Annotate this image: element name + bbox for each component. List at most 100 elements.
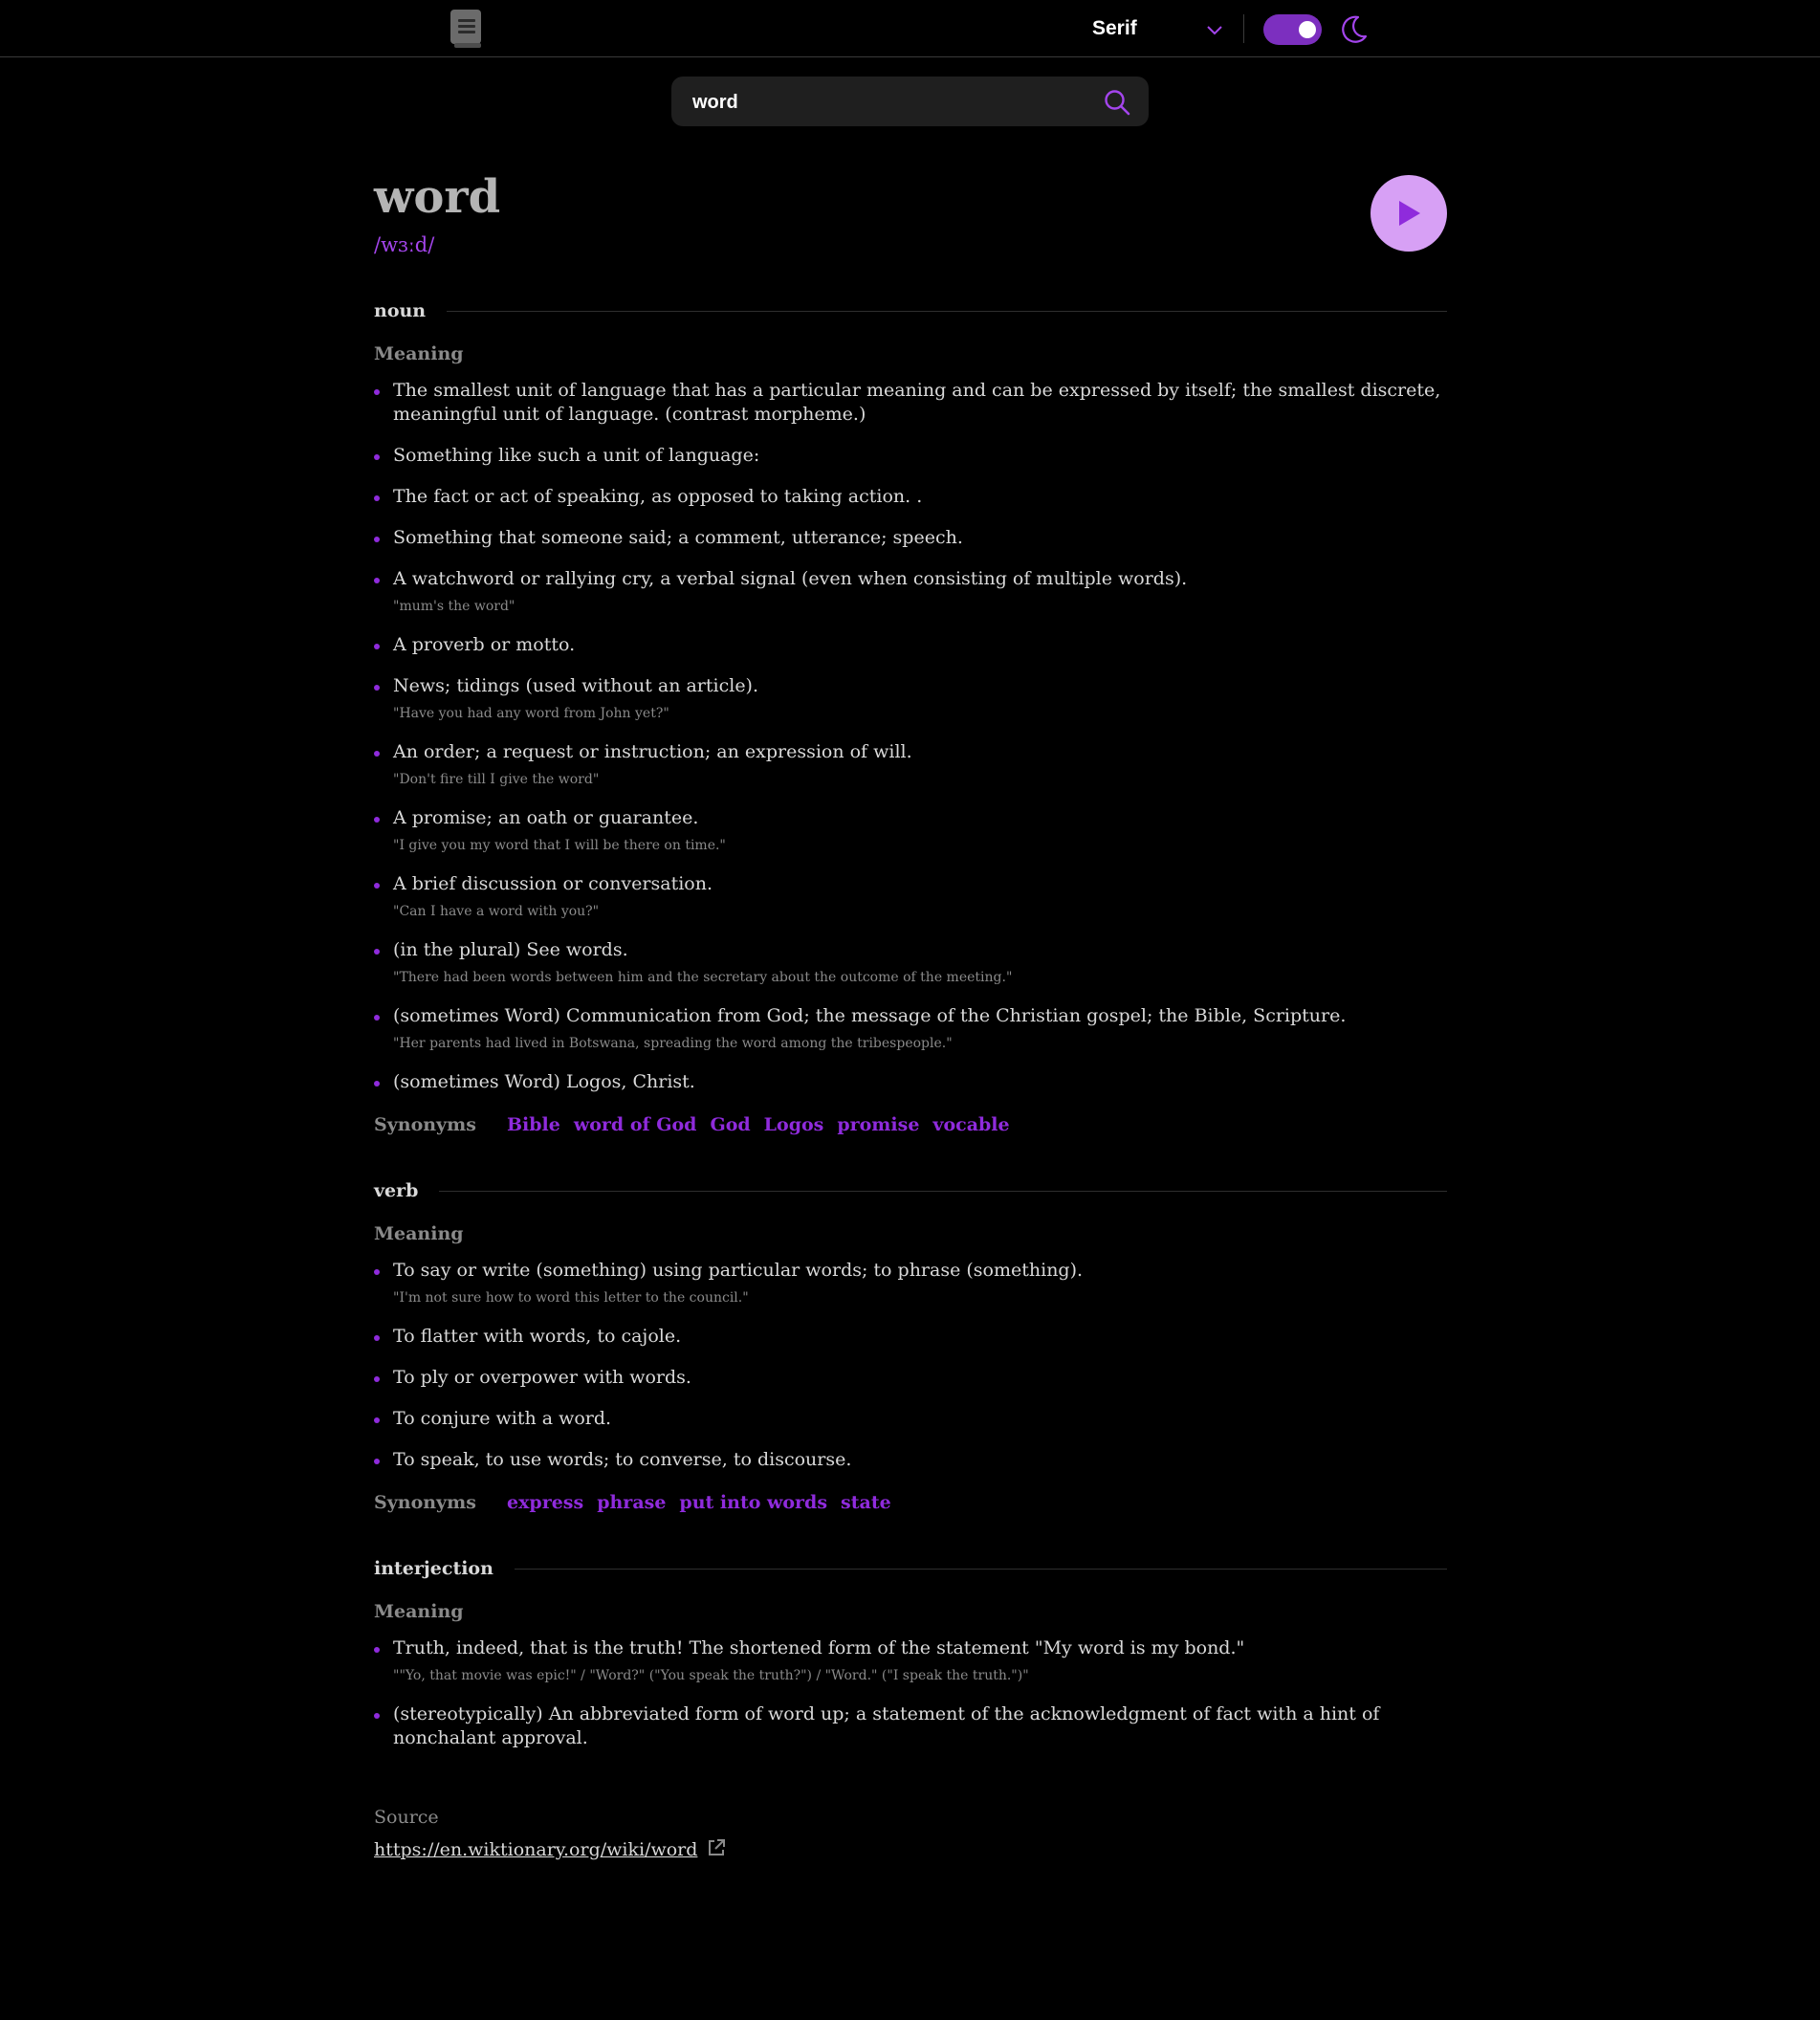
bullet-icon (374, 1269, 380, 1275)
bullet-icon (374, 751, 380, 757)
book-icon[interactable] (449, 9, 485, 49)
part-of-speech-row: interjection (374, 1554, 1447, 1583)
definition-item: To ply or overpower with words. (374, 1366, 1447, 1390)
part-of-speech-row: verb (374, 1176, 1447, 1205)
synonym-link[interactable]: put into words (679, 1489, 827, 1516)
bullet-icon (374, 1015, 380, 1021)
font-select-value: Serif (1092, 17, 1137, 39)
definition-example: "Can I have a word with you?" (393, 904, 600, 919)
bullet-icon (374, 537, 380, 542)
search-box (671, 77, 1149, 126)
bullet-icon (374, 949, 380, 955)
synonyms-row: Synonyms express phrase put into words state (374, 1489, 1447, 1516)
synonym-link[interactable]: Bible (507, 1111, 560, 1138)
search-icon[interactable] (1103, 88, 1131, 117)
definition-item: Something like such a unit of language: (374, 444, 1447, 468)
synonyms-label: Synonyms (374, 1114, 476, 1135)
definition-text: A proverb or motto. (393, 634, 576, 655)
definition-example: "There had been words between him and th… (393, 970, 1013, 985)
bullet-icon (374, 389, 380, 395)
definition-text: To flatter with words, to cajole. (393, 1326, 682, 1347)
definition-example: "Don't fire till I give the word" (393, 772, 600, 787)
part-of-speech: interjection (374, 1558, 493, 1579)
definition-item: To conjure with a word. (374, 1407, 1447, 1431)
definition-text: To say or write (something) using partic… (393, 1260, 1084, 1281)
synonyms-label: Synonyms (374, 1492, 476, 1513)
chevron-down-icon[interactable] (1204, 19, 1225, 40)
font-select[interactable]: Serif (1092, 13, 1226, 44)
bullet-icon (374, 454, 380, 460)
definition-item: An order; a request or instruction; an e… (374, 740, 1447, 789)
synonym-link[interactable]: promise (837, 1111, 919, 1138)
definition-text: (sometimes Word) Logos, Christ. (393, 1071, 695, 1092)
definition-text: An order; a request or instruction; an e… (393, 741, 912, 762)
bullet-icon (374, 1417, 380, 1423)
definition-list: The smallest unit of language that has a… (374, 379, 1447, 1094)
definition-item: To say or write (something) using partic… (374, 1259, 1447, 1307)
play-button[interactable] (1370, 175, 1447, 252)
section-divider (447, 310, 1447, 312)
bullet-icon (374, 883, 380, 889)
definition-text: The fact or act of speaking, as opposed … (393, 486, 923, 507)
synonyms-row: Synonyms Bible word of God God Logos promise v… (374, 1111, 1447, 1138)
bullet-icon (374, 1335, 380, 1341)
phonetic: /wɜːd/ (374, 233, 435, 256)
definition-item: (in the plural) See words. "There had bee… (374, 938, 1447, 987)
bullet-icon (374, 1713, 380, 1719)
definition-item: The smallest unit of language that has a… (374, 379, 1447, 427)
source-section: Source https://en.wiktionary.org/wiki/wo… (374, 1804, 1447, 1863)
definition-item: The fact or act of speaking, as opposed … (374, 485, 1447, 509)
external-link-icon[interactable] (707, 1838, 726, 1861)
bullet-icon (374, 1459, 380, 1464)
definition-text: A watchword or rallying cry, a verbal si… (393, 568, 1188, 589)
synonym-link[interactable]: state (841, 1489, 891, 1516)
definition-item: Something that someone said; a comment, … (374, 526, 1447, 550)
header-divider (1243, 14, 1244, 43)
headword: word (374, 170, 501, 224)
synonym-link[interactable]: express (507, 1489, 583, 1516)
synonym-link[interactable]: phrase (597, 1489, 666, 1516)
synonym-link[interactable]: God (710, 1111, 750, 1138)
meaning-section-verb: verb Meaning To say or write (something) u… (374, 1176, 1447, 1516)
meaning-label: Meaning (374, 1601, 464, 1622)
definition-item: A proverb or motto. (374, 633, 1447, 657)
definition-item: To flatter with words, to cajole. (374, 1325, 1447, 1349)
moon-icon[interactable] (1340, 13, 1369, 44)
definition-text: A promise; an oath or guarantee. (393, 807, 699, 828)
definition-item: Truth, indeed, that is the truth! The sh… (374, 1636, 1447, 1685)
definition-text: (sometimes Word) Communication from God;… (393, 1005, 1347, 1026)
synonym-link[interactable]: vocable (932, 1111, 1009, 1138)
synonym-link[interactable]: word of God (574, 1111, 697, 1138)
toggle-knob (1299, 21, 1316, 38)
meaning-label: Meaning (374, 343, 464, 364)
bullet-icon (374, 578, 380, 583)
definition-text: (in the plural) See words. (393, 939, 628, 960)
bullet-icon (374, 495, 380, 501)
meaning-section-interjection: interjection Meaning Truth, indeed, that i… (374, 1554, 1447, 1750)
definition-example: ""Yo, that movie was epic!" / "Word?" ("… (393, 1668, 1029, 1683)
definition-text: Something that someone said; a comment, … (393, 527, 963, 548)
bullet-icon (374, 1376, 380, 1382)
source-link-row: https://en.wiktionary.org/wiki/word (374, 1836, 1447, 1863)
definition-text: (stereotypically) An abbreviated form of… (393, 1703, 1380, 1748)
definition-example: "Her parents had lived in Botswana, spre… (393, 1036, 953, 1051)
source-link[interactable]: https://en.wiktionary.org/wiki/word (374, 1836, 697, 1863)
definition-item: (stereotypically) An abbreviated form of… (374, 1702, 1447, 1750)
bullet-icon (374, 685, 380, 691)
definition-item: A watchword or rallying cry, a verbal si… (374, 567, 1447, 616)
search-input[interactable] (691, 86, 1086, 119)
definition-list: To say or write (something) using partic… (374, 1259, 1447, 1472)
source-label: Source (374, 1807, 439, 1828)
theme-toggle[interactable] (1263, 14, 1322, 45)
section-divider (439, 1190, 1447, 1192)
synonym-link[interactable]: Logos (764, 1111, 824, 1138)
meaning-section-noun: noun Meaning The smallest unit of language… (374, 296, 1447, 1138)
definition-example: "mum's the word" (393, 599, 515, 614)
section-divider (514, 1568, 1447, 1570)
definition-item: To speak, to use words; to converse, to … (374, 1448, 1447, 1472)
meanings-list: noun Meaning The smallest unit of language… (374, 296, 1447, 1750)
definition-text: The smallest unit of language that has a… (393, 380, 1441, 425)
definition-item: (sometimes Word) Communication from God;… (374, 1004, 1447, 1053)
bullet-icon (374, 1647, 380, 1653)
definition-example: "Have you had any word from John yet?" (393, 706, 669, 721)
